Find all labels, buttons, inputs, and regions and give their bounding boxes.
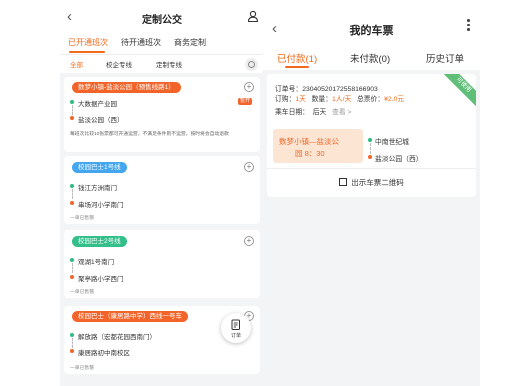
search-icon[interactable] xyxy=(245,58,258,71)
filter-bar: 全部 校企专线 定制专线 xyxy=(60,54,264,73)
route-line xyxy=(369,143,371,154)
divider xyxy=(267,168,476,169)
orders-button[interactable]: 订单 xyxy=(221,313,251,343)
schedule-text: 一单已售罄 xyxy=(70,290,94,295)
add-icon[interactable]: + xyxy=(244,162,254,172)
schedule-text: 一单已售罄 xyxy=(70,216,94,221)
start-dot xyxy=(368,138,372,142)
view-link[interactable]: 查看 > xyxy=(332,109,351,116)
end-dot xyxy=(368,155,372,159)
from-stop: 中南世纪城 xyxy=(375,139,409,146)
to-stop: 盐淡公园（西） xyxy=(375,156,423,163)
route-card[interactable]: 数梦小镇-盐淡公园（预售线路1） + 大数据产业园 暂开 盐淡公园（西） 每班次… xyxy=(64,77,260,152)
route-note: 每班次比较10张票都可开通运营，不满足条件则不运营，按时将会自动退款 xyxy=(70,132,229,137)
orders-label: 订单 xyxy=(230,333,241,339)
route-name-badge: 数梦小镇-盐淡公园（预售线路1） xyxy=(72,82,181,93)
receipt-icon xyxy=(231,319,240,330)
my-tickets-screen: ‹ 我的车票 已付款(1) 未付款(0) 历史订单 可使用 订单号：230405… xyxy=(263,0,480,386)
tab-paid[interactable]: 已付款(1) xyxy=(277,51,317,65)
filter-school-enterprise[interactable]: 校企专线 xyxy=(106,59,132,69)
tab-unpaid[interactable]: 未付款(0) xyxy=(350,51,390,65)
tab-indicator xyxy=(69,51,105,53)
header: ‹ 我的车票 已付款(1) 未付款(0) 历史订单 xyxy=(263,0,480,70)
add-icon[interactable]: + xyxy=(244,82,254,92)
screenshot: ‹ 定制公交 已开通班次 待开通班次 商务定制 全部 校企专线 定制专线 数梦小… xyxy=(0,0,512,386)
add-icon[interactable]: + xyxy=(244,236,254,246)
filter-all[interactable]: 全部 xyxy=(70,59,83,69)
schedule-text: 一单已售罄 xyxy=(70,366,94,371)
order-summary: 订购：1天 数量：1人/天 总票价：¥2.0元 xyxy=(275,96,405,103)
route-name-badge: 校园巴士2号线 xyxy=(72,236,127,247)
tab-indicator xyxy=(285,66,309,68)
page-title: 我的车票 xyxy=(349,25,394,37)
tab-history[interactable]: 历史订单 xyxy=(426,51,464,65)
page-title: 定制公交 xyxy=(142,15,182,26)
ticket-card[interactable]: 可使用 订单号：23040520172558166903 订购：1天 数量：1人… xyxy=(267,74,476,197)
show-qr-button[interactable]: 出示车票二维码 xyxy=(267,177,476,188)
ride-date: 乘车日期： 后天 查看 > xyxy=(275,109,352,116)
user-icon[interactable] xyxy=(247,10,259,22)
header: ‹ 定制公交 已开通班次 待开通班次 商务定制 xyxy=(60,0,264,54)
status-badge: 暂开 xyxy=(237,98,252,105)
tab-bar: 已开通班次 待开通班次 商务定制 xyxy=(68,37,206,48)
qr-code-icon xyxy=(339,178,348,186)
tab-business[interactable]: 商务定制 xyxy=(174,37,206,48)
status-ribbon: 可使用 xyxy=(440,74,476,109)
route-card[interactable]: 校园巴士2号线 + 观湖1号南门 聚亭路小学西门 一单已售罄 xyxy=(64,230,260,298)
custom-bus-screen: ‹ 定制公交 已开通班次 待开通班次 商务定制 全部 校企专线 定制专线 数梦小… xyxy=(60,0,264,386)
show-qr-label: 出示车票二维码 xyxy=(351,178,404,187)
route-card[interactable]: 校园巴士1号线 + 钱江方洲南门 串场河小学南门 一单已售罄 xyxy=(64,156,260,224)
order-number: 订单号：23040520172558166903 xyxy=(275,86,378,93)
route-name-badge: 校园巴士1号线 xyxy=(72,162,127,173)
route-name-badge: 校园巴士（康居路中学）西线一号车 xyxy=(72,311,188,322)
tab-opened[interactable]: 已开通班次 xyxy=(68,37,108,48)
route-summary: 数梦小镇—盐淡公 园 8：30 xyxy=(273,129,363,163)
tab-pending[interactable]: 待开通班次 xyxy=(121,37,161,48)
more-vertical-icon[interactable] xyxy=(467,19,470,33)
filter-custom[interactable]: 定制专线 xyxy=(156,59,182,69)
